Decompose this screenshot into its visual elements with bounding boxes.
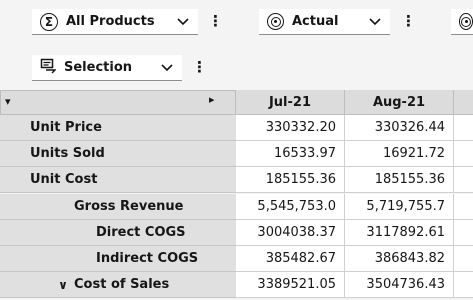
toolbar-bottom: Selection ⋮: [0, 46, 473, 92]
chevron-down-icon: [160, 61, 174, 75]
products-dropdown-label: All Products: [66, 14, 155, 29]
table-row: ∨ Cost of Sales 3389521.05 3504736.43: [0, 272, 473, 299]
data-cell[interactable]: 330332.20: [236, 115, 345, 141]
sigma-icon: Σ: [40, 12, 58, 31]
data-cell-partial: [454, 193, 473, 220]
row-label: Direct COGS: [96, 224, 186, 240]
data-cell-partial: [454, 167, 473, 194]
products-overflow-icon[interactable]: ⋮: [208, 14, 223, 29]
data-cell[interactable]: 386843.82: [345, 246, 454, 272]
table-row: Indirect COGS 385482.67 386843.82: [0, 246, 473, 272]
data-cell[interactable]: 3504736.43: [345, 272, 454, 299]
row-header[interactable]: ∨ Cost of Sales: [0, 272, 236, 299]
collapse-all-icon[interactable]: ▾: [5, 95, 11, 108]
column-header[interactable]: Aug-21: [345, 90, 454, 115]
data-cell[interactable]: 5,719,755.7: [345, 193, 454, 220]
data-cell-partial: [454, 115, 473, 141]
data-cell[interactable]: 3117892.61: [345, 219, 454, 246]
grid-corner-header: ▾ ▸: [0, 90, 236, 115]
data-cell[interactable]: 5,545,753.0: [236, 193, 345, 220]
table-row: Gross Revenue 5,545,753.0 5,719,755.7: [0, 193, 473, 220]
version-dropdown-label: Actual: [292, 14, 339, 29]
products-dropdown[interactable]: Σ All Products: [32, 9, 198, 35]
data-cell-partial: [454, 219, 473, 246]
table-row: Direct COGS 3004038.37 3117892.61: [0, 219, 473, 246]
data-cell[interactable]: 185155.36: [236, 167, 345, 194]
toolbar-top: Σ All Products ⋮ Actual ⋮: [0, 0, 473, 46]
version-overflow-icon[interactable]: ⋮: [401, 14, 416, 29]
selection-dropdown[interactable]: Selection: [32, 55, 182, 81]
row-header[interactable]: Direct COGS: [0, 219, 236, 246]
data-cell[interactable]: 185155.36: [345, 167, 454, 194]
data-cell[interactable]: 330326.44: [345, 115, 454, 141]
target-icon: [267, 13, 284, 30]
selection-dropdown-label: Selection: [64, 60, 133, 75]
row-label: Units Sold: [30, 146, 105, 162]
row-label: Gross Revenue: [74, 198, 184, 214]
expand-columns-icon[interactable]: ▸: [209, 93, 215, 106]
row-label: Cost of Sales: [74, 277, 170, 293]
version-dropdown[interactable]: Actual: [259, 9, 390, 35]
data-cell[interactable]: 16921.72: [345, 141, 454, 168]
data-cell[interactable]: 3004038.37: [236, 219, 345, 246]
chevron-down-icon: [368, 15, 382, 29]
selection-overflow-icon[interactable]: ⋮: [192, 60, 207, 75]
column-header[interactable]: Jul-21: [236, 90, 345, 115]
next-dropdown[interactable]: [451, 9, 473, 35]
row-label: Indirect COGS: [96, 251, 199, 266]
row-header[interactable]: Units Sold: [0, 141, 236, 168]
column-header-partial: [454, 90, 473, 115]
chevron-down-icon[interactable]: ∨: [52, 278, 74, 292]
table-row: Unit Cost 185155.36 185155.36: [0, 167, 473, 194]
data-cell[interactable]: 3389521.05: [236, 272, 345, 299]
row-label: Unit Cost: [30, 172, 98, 188]
row-header[interactable]: Gross Revenue: [0, 193, 236, 220]
chevron-down-icon: [176, 15, 190, 29]
row-header[interactable]: Unit Price: [0, 115, 236, 141]
row-label: Unit Price: [30, 120, 102, 135]
table-row: Units Sold 16533.97 16921.72: [0, 141, 473, 168]
data-cell-partial: [454, 272, 473, 299]
table-row: Unit Price 330332.20 330326.44: [0, 115, 473, 141]
selection-icon: [40, 58, 57, 78]
row-header[interactable]: Unit Cost: [0, 167, 236, 194]
target-icon: [459, 13, 473, 30]
data-cell[interactable]: 385482.67: [236, 246, 345, 272]
data-cell-partial: [454, 141, 473, 168]
row-header[interactable]: Indirect COGS: [0, 246, 236, 272]
data-cell[interactable]: 16533.97: [236, 141, 345, 168]
data-cell-partial: [454, 246, 473, 272]
